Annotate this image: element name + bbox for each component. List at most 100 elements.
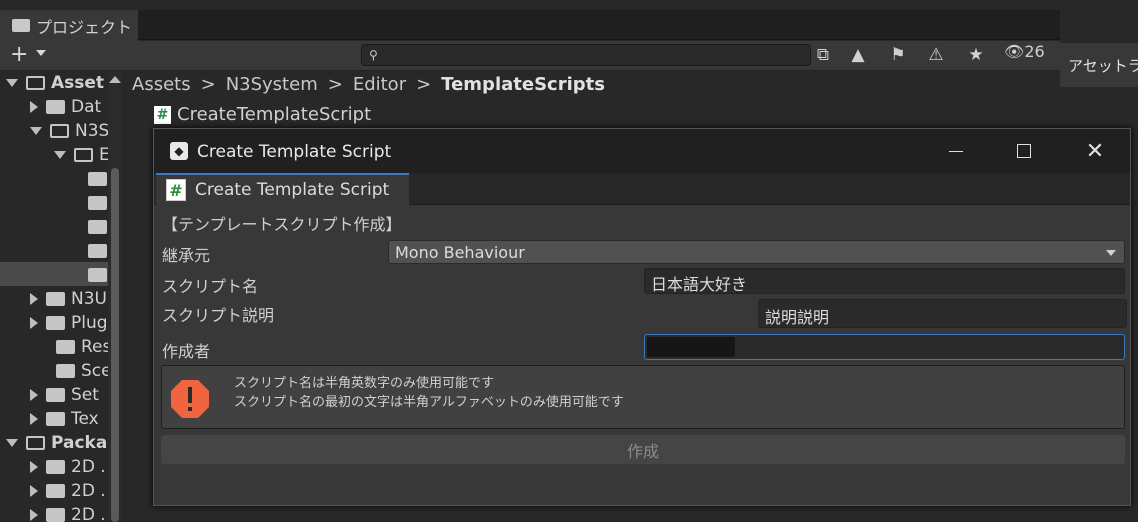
author-field[interactable] [644,334,1125,360]
project-tab-bar [0,10,1060,40]
tree-scrollbar-thumb[interactable] [111,168,119,522]
tree-item[interactable]: Packa [6,431,107,455]
dialog-tab[interactable]: # Create Template Script [156,173,409,205]
close-button[interactable]: ✕ [1060,129,1130,173]
redaction-mark [647,337,735,357]
tree-item[interactable]: Res [48,335,111,359]
folder-icon [50,124,69,138]
create-button[interactable]: 作成 [161,435,1125,464]
error-octagon-icon [171,380,209,418]
star-favorite-icon[interactable]: ★ [961,42,991,68]
folder-icon [46,460,65,474]
base-class-label: 継承元 [162,246,211,265]
tree-item-label: Packa [51,433,108,453]
tree-item[interactable]: 2D . [30,479,106,503]
folder-icon [56,364,75,378]
tree-item[interactable]: N3S [30,119,109,143]
tree-item[interactable]: Sce [48,359,112,383]
tree-item[interactable]: E [54,143,110,167]
script-name-field[interactable]: 日本語大好き [644,268,1125,294]
folder-icon [74,148,93,162]
minimize-button[interactable] [921,129,991,173]
label-tag-icon[interactable]: ⚑ [883,42,913,68]
search-mode-icon[interactable]: ⧉ [808,42,838,68]
tree-item-label: Asset [51,73,105,93]
chevron-right-icon[interactable] [30,101,38,113]
create-template-dialog: ◆ Create Template Script ✕ # Create Temp… [153,128,1131,506]
tree-item-label: Plug [71,313,108,333]
script-name-value: 日本語大好き [651,275,748,294]
folder-icon [88,172,107,186]
tree-item-label: N3U [71,289,107,309]
warning-line-2: スクリプト名の最初の文字は半角アルファベットのみ使用可能です [234,395,624,410]
chevron-right-icon[interactable] [30,317,38,329]
chevron-down-icon[interactable] [36,50,46,56]
tree-item-label: Res [81,337,112,357]
folder-icon [88,220,107,234]
filter-type-icon[interactable]: ▲ [843,42,873,68]
breadcrumb-item[interactable]: N3System [226,74,318,95]
tree-item-label: 2D . [71,457,106,477]
maximize-button[interactable] [989,129,1059,173]
add-icon[interactable]: + [10,44,28,66]
folder-icon [46,292,65,306]
tree-item[interactable]: 2D . [30,455,106,479]
folder-icon [56,340,75,354]
tree-item[interactable]: Set [30,383,99,407]
base-class-dropdown[interactable]: Mono Behaviour [388,240,1125,264]
tree-item[interactable]: Asset [6,71,104,95]
tree-item[interactable]: 2D . [30,503,106,522]
scroll-up-icon[interactable] [109,76,121,83]
chevron-down-icon[interactable] [30,127,42,135]
close-icon: ✕ [1085,138,1105,164]
folder-icon [46,388,65,402]
tree-item-label: N3S [75,121,110,141]
folder-icon [46,508,65,522]
dialog-tab-label: Create Template Script [195,180,390,200]
chevron-down-icon[interactable] [6,439,18,447]
dialog-title-bar[interactable]: ◆ Create Template Script ✕ [154,129,1130,173]
tree-item-label: 2D . [71,481,106,501]
warning-filter-icon[interactable]: ⚠ [921,42,951,68]
asset-store-tab-label: アセットラ [1068,57,1138,75]
file-item[interactable]: # CreateTemplateScript [154,104,371,125]
hidden-count[interactable]: 👁︎26 [1004,42,1045,61]
folder-icon [26,76,45,90]
breadcrumb-item[interactable]: TemplateScripts [441,74,605,95]
script-description-label: スクリプト説明 [162,306,275,325]
breadcrumb-item[interactable]: Editor [353,74,406,95]
breadcrumb-item[interactable]: Assets [132,74,191,95]
chevron-right-icon[interactable] [30,389,38,401]
project-folder-tree: Asset Dat N3S E N3U Plug Res Sce Set Tex Packa 2D .… [0,71,122,522]
csharp-script-icon: # [154,105,171,124]
chevron-right-icon[interactable] [30,509,38,521]
project-tab-label: プロジェクト [36,17,133,37]
tree-item-label: Dat [71,97,102,117]
tree-item[interactable]: Dat [30,95,101,119]
breadcrumb: Assets > N3System > Editor > TemplateScripts [132,74,615,95]
base-class-value: Mono Behaviour [395,243,525,262]
section-heading: 【テンプレートスクリプト作成】 [162,215,402,234]
tree-item[interactable]: Plug [30,311,108,335]
eye-hidden-icon: 👁︎ [1004,42,1025,61]
chevron-right-icon[interactable] [30,461,38,473]
warning-line-1: スクリプト名は半角英数字のみ使用可能です [234,376,495,391]
tree-item[interactable]: N3U [30,287,107,311]
project-tab[interactable]: プロジェクト [0,10,138,41]
script-description-field[interactable]: 説明説明 [758,299,1127,328]
minimize-icon [949,150,963,152]
asset-store-tab[interactable]: アセットラ [1060,43,1138,87]
folder-icon [88,196,107,210]
script-name-label: スクリプト名 [162,277,259,296]
chevron-right-icon[interactable] [30,485,38,497]
chevron-down-icon[interactable] [6,79,18,87]
chevron-right-icon[interactable] [30,413,38,425]
tree-item-label: 2D . [71,505,106,522]
csharp-script-icon: # [166,179,186,201]
search-input[interactable]: ⚲ [361,44,811,66]
dialog-title: Create Template Script [197,142,392,162]
breadcrumb-separator: > [416,74,432,95]
chevron-right-icon[interactable] [30,293,38,305]
chevron-down-icon[interactable] [54,151,66,159]
tree-item[interactable]: Tex [30,407,99,431]
